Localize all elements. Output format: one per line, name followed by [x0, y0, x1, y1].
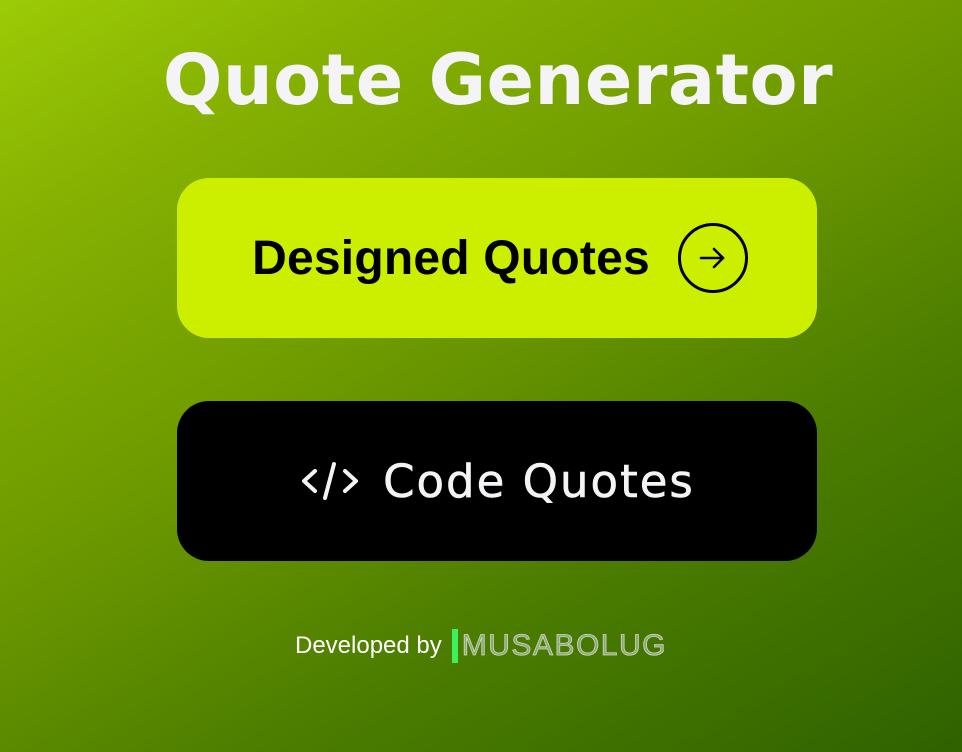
developer-brand-link[interactable]: MUSABOLUG	[461, 629, 667, 663]
footer-developed-by: Developed by	[295, 632, 442, 659]
code-quotes-label: Code Quotes	[383, 454, 695, 508]
designed-quotes-label: Designed Quotes	[252, 231, 650, 285]
designed-quotes-button[interactable]: Designed Quotes	[177, 178, 817, 338]
arrow-right-circle-icon	[677, 223, 748, 293]
brand-accent-bar	[451, 629, 458, 663]
code-brackets-icon	[301, 461, 359, 501]
page-title: Quote Generator	[162, 39, 834, 121]
footer: Developed by MUSABOLUG	[295, 626, 667, 666]
code-quotes-button[interactable]: Code Quotes	[177, 401, 817, 561]
